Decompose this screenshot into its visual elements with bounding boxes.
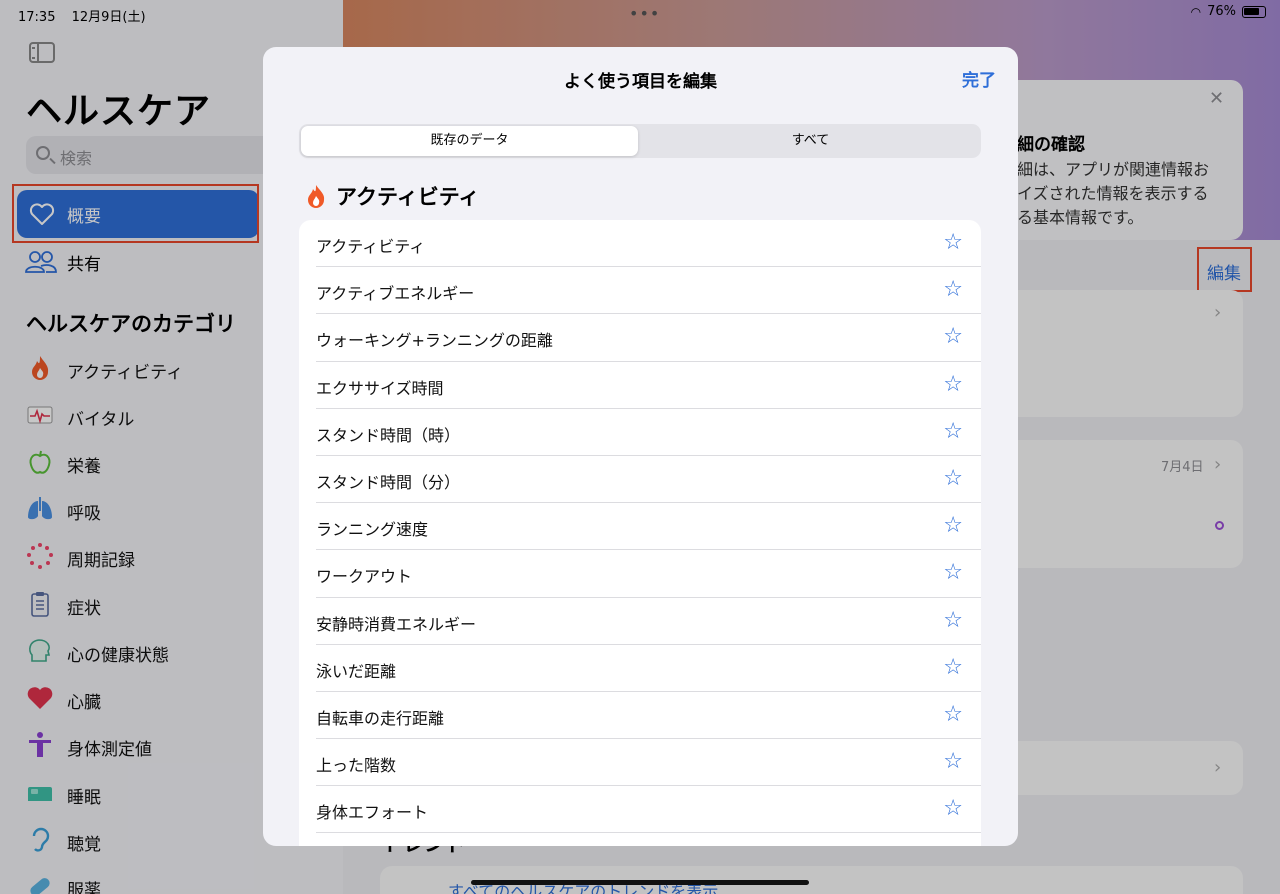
star-icon[interactable]: ☆: [943, 797, 963, 821]
star-icon[interactable]: ☆: [943, 419, 963, 444]
star-icon[interactable]: ☆: [943, 702, 963, 727]
list-item[interactable]: 安静時消費エネルギー ☆: [316, 598, 981, 645]
list-item[interactable]: 上った階数 ☆: [316, 739, 981, 787]
list-item[interactable]: 泳いだ距離 ☆: [316, 645, 981, 692]
star-icon[interactable]: ☆: [943, 325, 963, 349]
list-item-label: 上った階数: [316, 756, 397, 776]
star-icon[interactable]: ☆: [943, 514, 963, 538]
list-item[interactable]: エクササイズ時間 ☆: [316, 362, 981, 409]
list-item-label: 安静時消費エネルギー: [316, 614, 477, 634]
star-icon[interactable]: ☆: [943, 608, 963, 633]
list-item-label: 身体エフォート: [316, 803, 429, 823]
list-item-label: 自転車の走行距離: [316, 708, 445, 728]
list-item[interactable]: 自転車の走行距離 ☆: [316, 692, 981, 740]
list-item-label: ワークアウト: [316, 567, 413, 587]
section-header: アクティビティ: [306, 181, 479, 211]
list-item-label: スタンド時間（時）: [316, 425, 461, 445]
done-button[interactable]: 完了: [962, 66, 996, 91]
favorites-list: アクティビティ ☆ アクティブエネルギー ☆ ウォーキング+ランニングの距離 ☆ エクササイ…: [299, 220, 981, 846]
section-title: アクティビティ: [336, 185, 480, 209]
star-icon[interactable]: ☆: [943, 231, 963, 255]
star-icon[interactable]: ☆: [943, 750, 963, 774]
list-item-label: アクティブエネルギー: [316, 284, 475, 304]
list-item[interactable]: ウォーキング+ランニングの距離 ☆: [316, 314, 981, 362]
list-item[interactable]: ランニング速度 ☆: [316, 503, 981, 551]
list-item[interactable]: スタンド時間（時） ☆: [316, 409, 981, 456]
list-item[interactable]: ワークアウト ☆: [316, 550, 981, 598]
list-item-label: ウォーキング+ランニングの距離: [316, 331, 553, 351]
star-icon[interactable]: ☆: [943, 466, 963, 491]
segment-existing-data[interactable]: 既存のデータ: [301, 126, 638, 156]
flame-icon: [308, 185, 325, 208]
list-item[interactable]: スタンド時間（分） ☆: [316, 456, 981, 504]
star-icon[interactable]: ☆: [943, 655, 963, 680]
list-item-label: エクササイズ時間: [316, 378, 444, 398]
segment-all[interactable]: すべて: [642, 126, 979, 156]
modal-title: よく使う項目を編集: [564, 72, 717, 92]
list-item[interactable]: アクティビティ ☆: [316, 220, 981, 268]
star-icon[interactable]: ☆: [943, 372, 963, 397]
edit-favorites-modal: よく使う項目を編集 完了 既存のデータ すべて アクティビティ アクティビティ ☆…: [263, 47, 1018, 846]
star-icon[interactable]: ☆: [943, 561, 963, 585]
list-item[interactable]: 身体エフォート ☆: [316, 786, 981, 834]
segmented-control: 既存のデータ すべて: [299, 124, 981, 158]
list-item[interactable]: アクティブエネルギー ☆: [316, 267, 981, 315]
list-item-label: アクティビティ: [316, 237, 426, 256]
list-item-label: 泳いだ距離: [316, 661, 397, 681]
list-item-label: スタンド時間（分）: [316, 472, 461, 492]
star-icon[interactable]: ☆: [943, 278, 963, 302]
home-indicator[interactable]: [471, 880, 809, 885]
list-item-label: ランニング速度: [316, 520, 429, 540]
